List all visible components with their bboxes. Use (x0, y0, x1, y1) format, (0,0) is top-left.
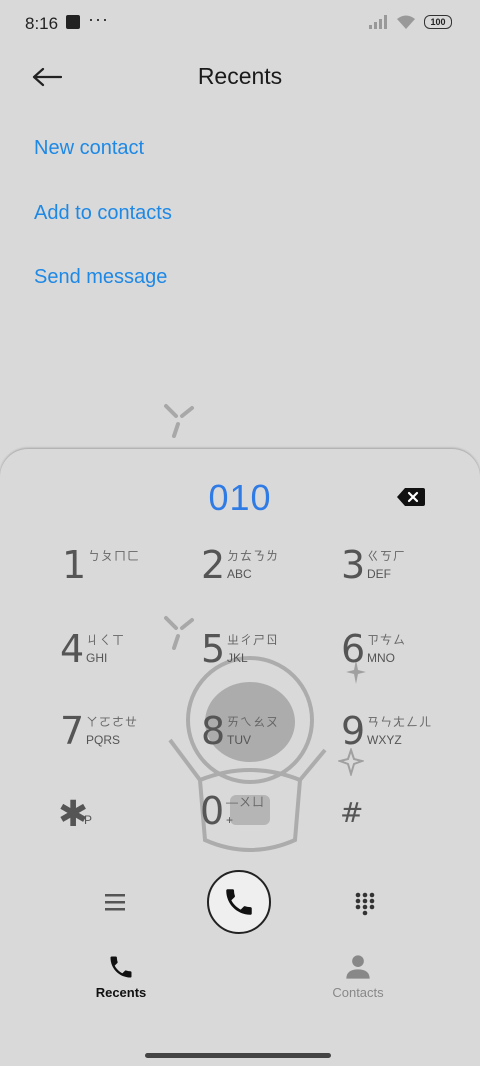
key-1[interactable]: 1 ㄅㄆㄇㄈ (62, 543, 192, 613)
key-5[interactable]: 5 ㄓㄔㄕㄖ JKL (201, 627, 331, 697)
nav-recents[interactable]: Recents (61, 953, 181, 1000)
key-letters: + (226, 813, 234, 827)
send-message-link[interactable]: Send message (34, 266, 167, 289)
key-star[interactable]: ✱ P (58, 789, 188, 859)
new-contact-link[interactable]: New contact (34, 137, 144, 160)
key-zhuyin: ㄍㄎㄏ (367, 549, 407, 563)
key-letters: WXYZ (367, 733, 402, 747)
key-zhuyin: ㄅㄆㄇㄈ (88, 549, 141, 563)
key-6[interactable]: 6 ㄗㄘㄙ MNO (341, 627, 471, 697)
key-zhuyin: ㄞㄟㄠㄡ (227, 715, 280, 729)
add-to-contacts-link[interactable]: Add to contacts (34, 202, 172, 225)
status-time: 8:16 (25, 14, 59, 33)
dialpad-toggle-icon[interactable] (354, 892, 376, 916)
key-letters: ABC (227, 567, 252, 581)
home-indicator[interactable] (145, 1053, 331, 1058)
key-9[interactable]: 9 ㄢㄣㄤㄥㄦ WXYZ (341, 709, 471, 779)
key-letters: P (84, 813, 93, 827)
key-4[interactable]: 4 ㄐㄑㄒ GHI (60, 627, 190, 697)
key-3[interactable]: 3 ㄍㄎㄏ DEF (341, 543, 471, 613)
key-8[interactable]: 8 ㄞㄟㄠㄡ TUV (201, 709, 331, 779)
notification-app-icon (66, 15, 80, 29)
key-digit: 6 (341, 627, 366, 671)
person-icon (346, 955, 370, 979)
key-zhuyin: ㄓㄔㄕㄖ (227, 633, 280, 647)
key-digit: 1 (62, 543, 87, 587)
key-zhuyin: ㄗㄘㄙ (367, 633, 407, 647)
key-letters: JKL (227, 651, 248, 665)
signal-icon (369, 15, 387, 29)
nav-contacts-label: Contacts (332, 985, 384, 1000)
page-title: Recents (197, 63, 283, 89)
key-zhuyin: ㄢㄣㄤㄥㄦ (367, 715, 433, 729)
key-digit: 9 (341, 709, 366, 753)
header: Recents (0, 48, 480, 108)
key-2[interactable]: 2 ㄉㄊㄋㄌ ABC (201, 543, 331, 613)
key-digit: 4 (60, 627, 85, 671)
key-digit: 2 (201, 543, 226, 587)
key-digit: 3 (341, 543, 366, 587)
nav-contacts[interactable]: Contacts (298, 953, 418, 1000)
key-0[interactable]: 0 —ㄨㄩ + (200, 789, 330, 859)
menu-icon[interactable] (104, 891, 126, 913)
phone-icon (226, 889, 252, 915)
nav-recents-label: Recents (95, 985, 147, 1000)
key-digit: 8 (201, 709, 226, 753)
key-zhuyin: ㄉㄊㄋㄌ (227, 549, 280, 563)
key-letters: MNO (367, 651, 395, 665)
status-icons: 100 (368, 14, 452, 30)
key-hash[interactable]: # (340, 791, 470, 861)
key-letters: TUV (227, 733, 251, 747)
backspace-icon[interactable] (396, 486, 426, 508)
status-bar: 8:16 ··· 100 (0, 0, 480, 48)
wifi-icon (397, 15, 415, 29)
bottom-navigation: Recents Contacts (0, 945, 480, 1025)
battery-icon: 100 (424, 15, 452, 29)
key-zhuyin: —ㄨㄩ (226, 795, 266, 809)
key-digit: # (340, 796, 364, 829)
call-button[interactable] (207, 870, 271, 934)
phone-icon (110, 956, 132, 978)
key-7[interactable]: 7 ㄚㄛㄜㄝ PQRS (60, 709, 190, 779)
more-notifications-icon: ··· (88, 9, 109, 29)
key-digit: 0 (200, 789, 225, 833)
key-digit: 5 (201, 627, 226, 671)
key-letters: PQRS (86, 733, 121, 747)
key-letters: DEF (367, 567, 391, 581)
key-zhuyin: ㄚㄛㄜㄝ (86, 715, 139, 729)
key-digit: 7 (60, 709, 85, 753)
key-letters: GHI (86, 651, 108, 665)
key-zhuyin: ㄐㄑㄒ (86, 633, 126, 647)
sparkle-decoration-icon (164, 404, 194, 438)
